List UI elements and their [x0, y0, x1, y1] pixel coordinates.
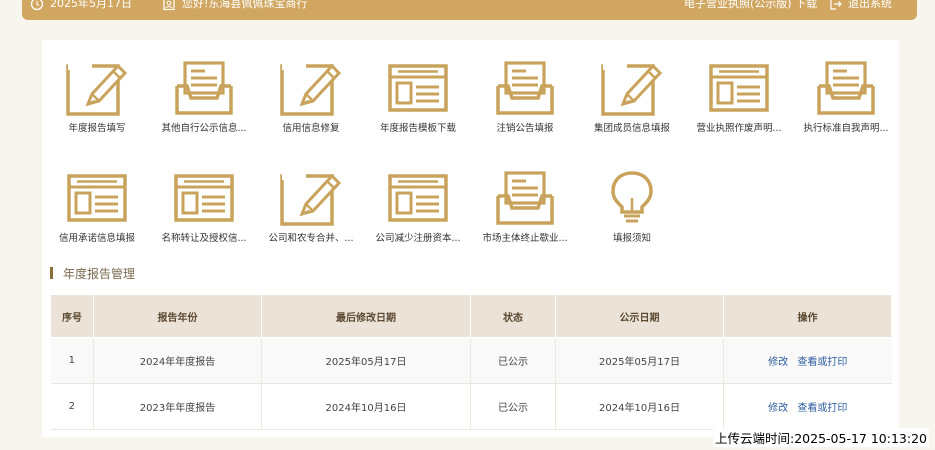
user-greeting: 您好!东海县佩佩珠宝商行: [162, 0, 307, 12]
form-template-icon: [387, 170, 449, 226]
tile-label: 年度报告填写: [68, 123, 126, 134]
report-year: 2023年年度报告: [93, 383, 262, 430]
pencil-edit-icon: [601, 60, 663, 116]
last-modified-date: 2024年10月16日: [261, 383, 471, 430]
tile-filing-instructions[interactable]: 填报须知: [578, 170, 686, 250]
tile-label: 注销公告填报: [496, 123, 554, 134]
edit-link[interactable]: 修改: [768, 403, 788, 414]
tile-business-suspension[interactable]: 市场主体终止歇业...: [471, 170, 579, 250]
inbox-tray-icon: [815, 60, 877, 116]
form-template-icon: [66, 170, 128, 226]
section-title: 年度报告管理: [50, 264, 135, 282]
edit-link[interactable]: 修改: [768, 357, 788, 368]
column-header: 序号: [50, 294, 94, 338]
tile-label: 执行标准自我声明...: [803, 123, 889, 134]
current-date: 2025年5月17日: [50, 0, 132, 10]
tile-credit-commitment[interactable]: 信用承诺信息填报: [43, 170, 151, 250]
lightbulb-icon: [601, 170, 663, 226]
row-actions: 修改 查看或打印: [723, 337, 892, 384]
top-bar: 2025年5月17日 您好!东海县佩佩珠宝商行 电子营业执照(公示版) 下载 退…: [22, 0, 917, 20]
tile-label: 市场主体终止歇业...: [482, 233, 568, 244]
column-header: 状态: [470, 294, 556, 338]
logout-icon: [828, 0, 842, 11]
tile-group-member-info[interactable]: 集团成员信息填报: [578, 60, 686, 140]
view-print-link[interactable]: 查看或打印: [797, 403, 847, 414]
annual-report-table: 序号 报告年份 最后修改日期 状态 公示日期 操作 1 2024年年度报告 20…: [50, 294, 892, 430]
tile-label: 信用信息修复: [282, 123, 340, 134]
greeting-text: 您好!东海县佩佩珠宝商行: [182, 0, 308, 10]
form-template-icon: [387, 60, 449, 116]
table-row: 1 2024年年度报告 2025年05月17日 已公示 2025年05月17日 …: [50, 337, 892, 384]
tile-label: 公司和农专合并、...: [268, 233, 354, 244]
tile-label: 名称转让及授权信...: [161, 233, 247, 244]
tile-cancellation-notice[interactable]: 注销公告填报: [471, 60, 579, 140]
user-card-icon: [162, 0, 176, 11]
license-download-link[interactable]: 电子营业执照(公示版) 下载: [684, 0, 817, 12]
last-modified-date: 2025年05月17日: [261, 337, 471, 384]
row-number: 1: [50, 337, 94, 384]
tile-capital-reduction[interactable]: 公司减少注册资本...: [364, 170, 472, 250]
row-number: 2: [50, 383, 94, 430]
tile-label: 公司减少注册资本...: [375, 233, 461, 244]
pencil-edit-icon: [66, 60, 128, 116]
tile-label: 其他自行公示信息...: [161, 123, 247, 134]
public-date: 2024年10月16日: [555, 383, 724, 430]
tile-label: 集团成员信息填报: [593, 123, 670, 134]
view-print-link[interactable]: 查看或打印: [797, 357, 847, 368]
column-header: 操作: [723, 294, 892, 338]
inbox-tray-icon: [494, 60, 556, 116]
tile-label: 年度报告模板下载: [379, 123, 456, 134]
tile-template-download[interactable]: 年度报告模板下载: [364, 60, 472, 140]
row-actions: 修改 查看或打印: [723, 383, 892, 430]
column-header: 公示日期: [555, 294, 724, 338]
tile-credit-repair[interactable]: 信用信息修复: [257, 60, 365, 140]
report-year: 2024年年度报告: [93, 337, 262, 384]
inbox-tray-icon: [494, 170, 556, 226]
pencil-edit-icon: [280, 170, 342, 226]
section-title-text: 年度报告管理: [63, 266, 136, 281]
tile-license-void-statement[interactable]: 营业执照作废声明...: [685, 60, 793, 140]
inbox-tray-icon: [173, 60, 235, 116]
column-header: 最后修改日期: [261, 294, 471, 338]
form-template-icon: [708, 60, 770, 116]
status-text: 已公示: [470, 383, 556, 430]
public-date: 2025年05月17日: [555, 337, 724, 384]
clock-icon: [30, 0, 44, 11]
tile-label: 信用承诺信息填报: [58, 233, 135, 244]
upload-timestamp: 上传云端时间:2025-05-17 10:13:20: [713, 428, 929, 447]
column-header: 报告年份: [93, 294, 262, 338]
tile-name-transfer[interactable]: 名称转让及授权信...: [150, 170, 258, 250]
tile-annual-report-fill[interactable]: 年度报告填写: [43, 60, 151, 140]
table-header-row: 序号 报告年份 最后修改日期 状态 公示日期 操作: [50, 294, 892, 338]
logout-button[interactable]: 退出系统: [828, 0, 892, 12]
tile-other-public-info[interactable]: 其他自行公示信息...: [150, 60, 258, 140]
tile-label: 填报须知: [612, 233, 651, 244]
section-marker: [50, 267, 53, 279]
table-row: 2 2023年年度报告 2024年10月16日 已公示 2024年10月16日 …: [50, 383, 892, 430]
form-template-icon: [173, 170, 235, 226]
tile-standard-self-statement[interactable]: 执行标准自我声明...: [792, 60, 900, 140]
tile-company-merger[interactable]: 公司和农专合并、...: [257, 170, 365, 250]
date-display: 2025年5月17日: [30, 0, 132, 12]
pencil-edit-icon: [280, 60, 342, 116]
status-text: 已公示: [470, 337, 556, 384]
tile-label: 营业执照作废声明...: [696, 123, 782, 134]
